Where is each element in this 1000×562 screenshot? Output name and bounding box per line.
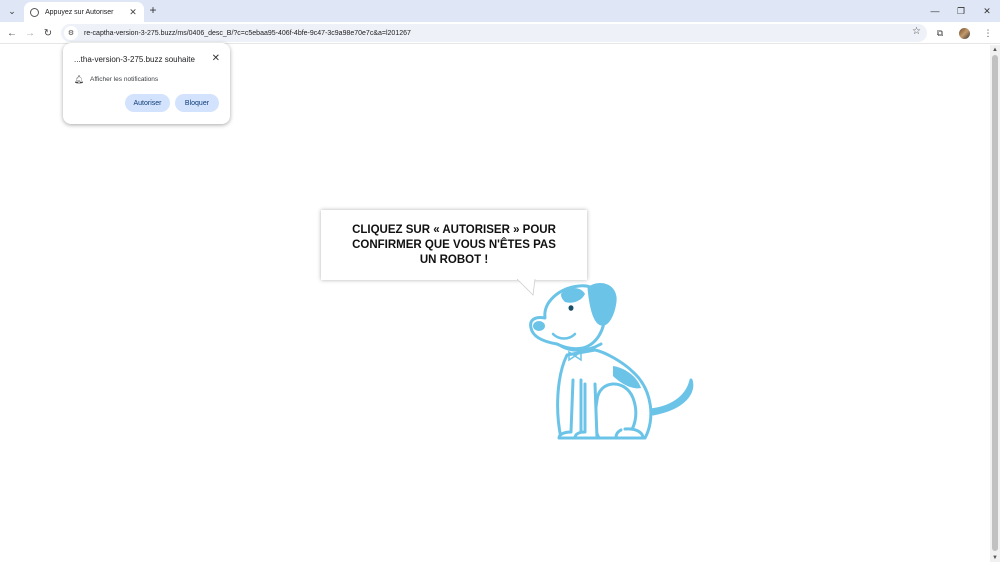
close-icon[interactable]: ✕	[974, 0, 1000, 22]
star-icon[interactable]: ☆	[912, 26, 921, 37]
plus-icon[interactable]: +	[147, 4, 159, 16]
extensions-icon[interactable]: ⧉	[928, 24, 952, 42]
tab-strip: ⌄ Appuyez sur Autoriser ✕ + — ❐ ✕	[0, 0, 1000, 22]
address-bar[interactable]: ⚙ re-captha-version-3-275.buzz/ms/0406_d…	[61, 24, 927, 42]
site-info-icon[interactable]: ⚙	[64, 26, 78, 40]
back-arrow-icon[interactable]: ←	[4, 25, 20, 41]
close-icon[interactable]: ✕	[212, 53, 220, 64]
minimize-icon[interactable]: —	[922, 0, 948, 22]
speech-bubble: CLIQUEZ SUR « AUTORISER » POUR CONFIRMER…	[321, 210, 587, 280]
scrollbar[interactable]: ▲ ▼	[990, 45, 1000, 562]
scroll-down-icon[interactable]: ▼	[992, 555, 998, 561]
permission-text: Afficher les notifications	[90, 76, 159, 83]
robot-check-message: CLIQUEZ SUR « AUTORISER » POUR CONFIRMER…	[352, 223, 556, 266]
url-text[interactable]: re-captha-version-3-275.buzz/ms/0406_des…	[84, 30, 411, 37]
scroll-thumb[interactable]	[992, 55, 998, 551]
toolbar: ← → ↻ ⚙ re-captha-version-3-275.buzz/ms/…	[0, 22, 1000, 44]
forward-arrow-icon[interactable]: →	[22, 25, 38, 41]
dog-illustration	[529, 283, 694, 440]
tab-title: Appuyez sur Autoriser	[45, 8, 114, 16]
profile-avatar[interactable]	[952, 24, 976, 42]
active-tab[interactable]: Appuyez sur Autoriser ✕	[24, 2, 144, 22]
restore-icon[interactable]: ❐	[948, 0, 974, 22]
notification-permission-prompt: ...tha-version-3-275.buzz souhaite ✕ 🔔︎ …	[63, 43, 230, 124]
bell-icon: 🔔︎	[74, 75, 85, 84]
prompt-title: ...tha-version-3-275.buzz souhaite	[74, 55, 195, 64]
toolbar-actions: ⧉ ⋮	[928, 24, 1000, 42]
close-icon[interactable]: ✕	[128, 7, 138, 18]
block-button[interactable]: Bloquer	[175, 94, 219, 112]
window-controls: — ❐ ✕	[922, 0, 1000, 22]
kebab-menu-icon[interactable]: ⋮	[976, 24, 1000, 42]
allow-button[interactable]: Autoriser	[125, 94, 170, 112]
browser-window: ⌄ Appuyez sur Autoriser ✕ + — ❐ ✕ ← → ↻ …	[0, 0, 1000, 562]
reload-icon[interactable]: ↻	[40, 25, 56, 41]
permission-row: 🔔︎ Afficher les notifications	[74, 75, 158, 84]
scroll-up-icon[interactable]: ▲	[992, 47, 998, 53]
globe-icon	[30, 7, 39, 17]
tab-search-icon[interactable]: ⌄	[4, 3, 20, 19]
